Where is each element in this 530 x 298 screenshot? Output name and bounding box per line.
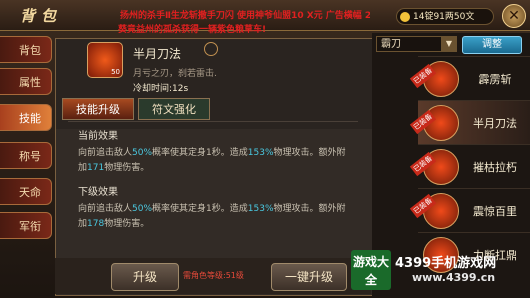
upgrade-all-button[interactable]: 一键升级 <box>271 263 347 291</box>
class-filter-select[interactable]: 霸刀 <box>376 36 442 52</box>
tab-rune-enhance[interactable]: 符文强化 <box>138 98 210 120</box>
cooldown-value: 12s <box>172 84 189 94</box>
coin-icon <box>400 12 410 22</box>
next-effect-title: 下级效果 <box>78 187 118 198</box>
sidebar-item-titles[interactable]: 称号 <box>0 142 52 169</box>
action-bar: 升级 需角色等级:51级 一键升级 <box>55 258 371 294</box>
page-title: 背包 <box>20 7 63 25</box>
divider <box>68 121 358 122</box>
level-requirement: 需角色等级:51级 <box>183 271 244 280</box>
watermark-site: 4399手机游戏网 <box>395 256 497 271</box>
next-effect-text: 向前追击敌人50%概率使其定身1秒。造成153%物理攻击。额外附加178物理伤害… <box>78 204 346 229</box>
sidebar-item-skills[interactable]: 技能 <box>0 104 52 131</box>
upgrade-button[interactable]: 升级 <box>111 263 179 291</box>
sidebar-item-rank[interactable]: 军衔 <box>0 212 52 239</box>
currency-amount: 14锭91两50文 <box>413 12 475 22</box>
currency-display: 14锭91两50文 <box>396 8 494 25</box>
watermark-logo: 游戏大全 <box>351 250 391 290</box>
sidebar-item-destiny[interactable]: 天命 <box>0 178 52 205</box>
watermark-url: www.4399.cn <box>412 271 496 284</box>
close-button[interactable]: ✕ <box>502 4 526 28</box>
skill-list-item[interactable]: 震惊百里 <box>418 188 530 233</box>
skill-description: 月亏之刃，刹若雷击. <box>133 69 217 79</box>
cooldown-row: 冷却时间:12s <box>133 81 188 94</box>
skill-list-item[interactable]: 摧枯拉朽 <box>418 144 530 189</box>
adjust-button[interactable]: 调整 <box>462 36 522 54</box>
broadcast-ticker-2: 葵竟益州的孤杀获得一辆紫色粮草车! <box>118 25 267 35</box>
current-effect-text: 向前追击敌人50%概率使其定身1秒。造成153%物理攻击。额外附加171物理伤害… <box>78 148 346 173</box>
skill-list-item[interactable]: 半月刀法 <box>418 100 530 145</box>
current-effect-title: 当前效果 <box>78 131 118 142</box>
skill-name: 半月刀法 <box>133 47 182 61</box>
sidebar-item-attributes[interactable]: 属性 <box>0 68 52 95</box>
broadcast-ticker: 扬州的杀手Ⅱ生龙斩撒手刀闪 使用神爷仙盟10 Ⅹ元 广告横幅 2 Ⅳ仙龙 <box>120 11 370 21</box>
skill-list-item[interactable]: 霹雳斩 <box>418 56 530 101</box>
cooldown-label: 冷却时间: <box>133 84 173 94</box>
skill-icon-level: 50 <box>111 68 120 76</box>
chevron-down-icon[interactable]: ▼ <box>441 36 457 52</box>
skill-icon: 50 <box>87 42 123 78</box>
rune-ornament-icon <box>204 42 218 56</box>
sidebar-item-bag[interactable]: 背包 <box>0 36 52 63</box>
tab-skill-upgrade[interactable]: 技能升级 <box>62 98 134 120</box>
